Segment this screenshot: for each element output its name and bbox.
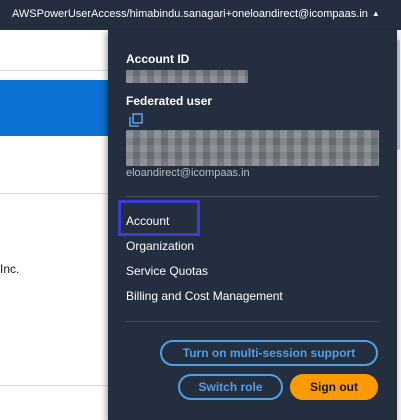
menu-divider [126, 196, 379, 197]
account-menu-trigger[interactable]: AWSPowerUserAccess/himabindu.sanagari+on… [12, 8, 380, 20]
menu-item-service-quotas[interactable]: Service Quotas [126, 264, 208, 278]
multi-session-button[interactable]: Turn on multi-session support [160, 340, 378, 366]
federated-user-email-tail: eloandirect@icompaas.in [126, 167, 250, 179]
menu-item-account[interactable]: Account [126, 214, 169, 228]
account-id-value-redacted [126, 70, 248, 83]
page-banner [0, 80, 110, 136]
account-id-label: Account ID [126, 52, 190, 66]
menu-item-organization[interactable]: Organization [126, 239, 194, 253]
menu-divider [126, 321, 379, 322]
page-divider [0, 385, 108, 386]
menu-item-billing[interactable]: Billing and Cost Management [126, 289, 283, 303]
account-menu-label: AWSPowerUserAccess/himabindu.sanagari+on… [12, 8, 368, 20]
copy-icon[interactable] [129, 113, 143, 127]
federated-user-label: Federated user [126, 94, 213, 108]
page-text: Inc. [0, 262, 20, 276]
switch-role-button[interactable]: Switch role [178, 374, 283, 400]
sign-out-button[interactable]: Sign out [290, 374, 378, 400]
caret-up-icon: ▲ [371, 9, 380, 18]
federated-user-value-redacted [126, 130, 379, 166]
top-nav-bar: AWSPowerUserAccess/himabindu.sanagari+on… [0, 0, 401, 30]
account-dropdown-panel: Account ID Federated user eloandirect@ic… [108, 30, 397, 420]
page-divider [0, 70, 108, 71]
page-divider [0, 193, 108, 194]
